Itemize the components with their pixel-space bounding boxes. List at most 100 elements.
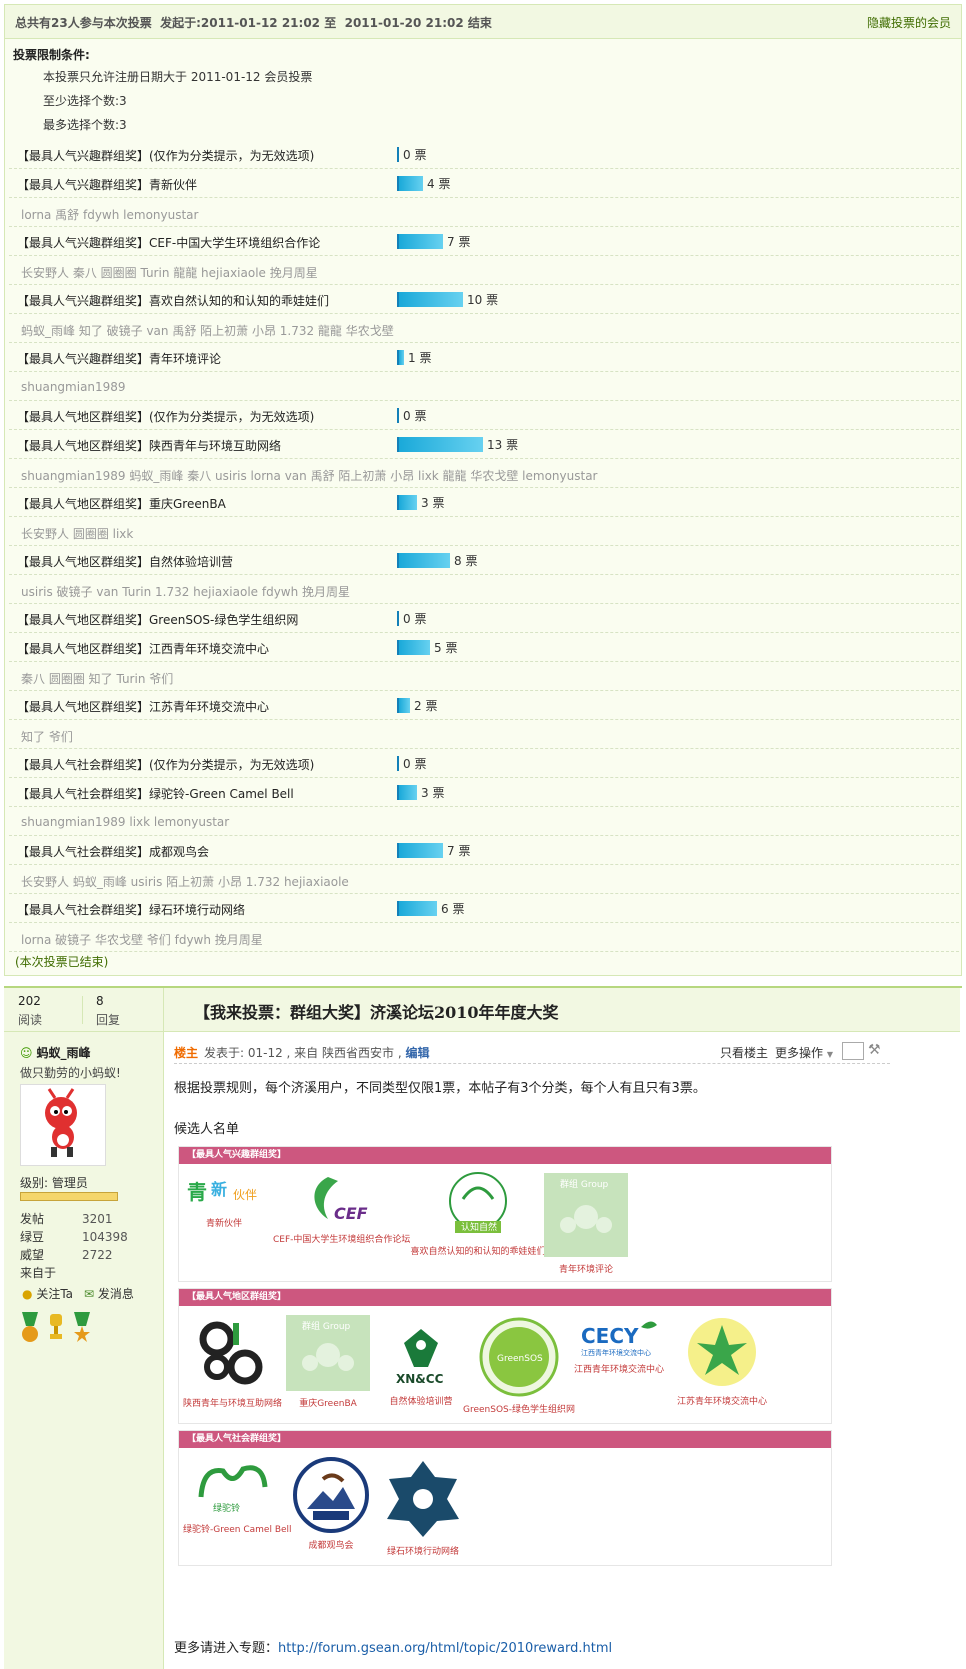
category-interest: 【最具人气兴趣群组奖】 青新伙伴 青新伙伴 CEF CEF-中国大学生环境组织合…	[178, 1146, 832, 1282]
vote-bar-wrap: 3 票	[397, 785, 444, 800]
vote-bar-wrap: 4 票	[397, 176, 450, 191]
voters-row: 蚂蚁_雨峰 知了 破镜子 van 禹舒 陌上初萧 小昂 1.732 龍龍 华农戈…	[9, 314, 959, 343]
logo-green-camel: 绿驼铃 绿驼铃-Green Camel Bell	[183, 1457, 292, 1535]
category-head: 【最具人气社会群组奖】	[179, 1431, 831, 1448]
vote-bar-wrap: 1 票	[397, 350, 431, 365]
poll-option-row: 【最具人气地区群组奖】(仅作为分类提示，为无效选项) 0 票	[9, 401, 959, 430]
vote-bar-wrap: 3 票	[397, 495, 444, 510]
logo-caption: 青新伙伴	[205, 1219, 242, 1229]
vote-bar	[397, 611, 399, 626]
voters-row: shuangmian1989 蚂蚁_雨峰 秦八 usiris lorna van…	[9, 459, 959, 488]
more-ops-label[interactable]: 更多操作	[775, 1046, 823, 1060]
green-stone-logo-icon	[387, 1461, 459, 1537]
poll-option-row: 【最具人气兴趣群组奖】青新伙伴 4 票	[9, 169, 959, 198]
more-ops-menu[interactable]: 更多操作 ▼	[775, 1044, 833, 1061]
candidates-title: 候选人名单	[174, 1122, 240, 1137]
vote-bar	[397, 350, 404, 365]
limits-title: 投票限制条件:	[13, 48, 90, 62]
end-time: 2011-01-20 21:02	[344, 16, 464, 30]
poll-option-row: 【最具人气社会群组奖】(仅作为分类提示，为无效选项) 0 票	[9, 749, 959, 778]
voters-list: 秦八 圆圈圈 知了 Turin 爷们	[21, 672, 174, 686]
voters-list: 长安野人 圆圈圈 lixk	[21, 527, 134, 541]
vote-bar	[397, 495, 417, 510]
poll-option-row: 【最具人气地区群组奖】重庆GreenBA 3 票	[9, 488, 959, 517]
poll-option-row: 【最具人气兴趣群组奖】青年环境评论 1 票	[9, 343, 959, 372]
from-line: 来自于	[20, 1264, 140, 1281]
ant-avatar-icon	[45, 1088, 77, 1157]
vote-count: 0 票	[403, 148, 427, 162]
vote-bar	[397, 698, 410, 713]
logo-caption: 喜欢自然认知的和认知的乖娃娃们	[410, 1247, 546, 1257]
group-placeholder-icon: 群组 Group	[286, 1315, 370, 1391]
vote-bar	[397, 147, 399, 162]
poll-option-label: 【最具人气社会群组奖】绿石环境行动网络	[17, 903, 246, 917]
category-head: 【最具人气兴趣群组奖】	[179, 1147, 831, 1164]
voters-list: shuangmian1989	[21, 380, 126, 394]
voters-row: 秦八 圆圈圈 知了 Turin 爷们	[9, 662, 959, 691]
poll-option-label: 【最具人气兴趣群组奖】CEF-中国大学生环境组织合作论	[17, 236, 321, 250]
author-sidebar: ☺ 蚂蚁_雨峰 做只勤劳的小蚂蚁! 级别: 管理员 发帖 3201 绿豆 104398…	[4, 1032, 164, 1669]
poll-option-row: 【最具人气兴趣群组奖】CEF-中国大学生环境组织合作论 7 票	[9, 227, 959, 256]
voters-list: 长安野人 蚂蚁_雨峰 usiris 陌上初萧 小昂 1.732 hejiaxia…	[21, 875, 349, 889]
vote-bar-wrap: 13 票	[397, 437, 518, 452]
poll-option-row: 【最具人气社会群组奖】成都观鸟会 7 票	[9, 836, 959, 865]
poll-option-label: 【最具人气兴趣群组奖】青年环境评论	[17, 352, 222, 366]
cef-logo-icon: CEF	[314, 1177, 368, 1223]
thread-title-bar: 【我来投票：群组大奖】济溪论坛2010年年度大奖	[164, 988, 960, 1032]
follow-button[interactable]: ● 关注Ta	[22, 1285, 73, 1302]
posts-label: 发帖	[20, 1212, 45, 1226]
voters-list: 知了 爷们	[21, 730, 73, 744]
star-medal-icon[interactable]	[72, 1312, 92, 1344]
user-icon: ☺	[20, 1046, 33, 1060]
vote-bar-wrap: 0 票	[397, 408, 426, 423]
author-name[interactable]: ☺ 蚂蚁_雨峰	[20, 1044, 91, 1061]
vote-count: 10 票	[467, 293, 499, 307]
post-meta-text: 发表于: 01-12 , 来自 陕西省西安市 ,	[204, 1046, 402, 1060]
follow-label[interactable]: 关注Ta	[36, 1287, 73, 1301]
vote-count: 1 票	[408, 351, 432, 365]
topic-link[interactable]: http://forum.gsean.org/html/topic/2010re…	[278, 1641, 612, 1656]
jiangsu-logo-icon	[688, 1318, 756, 1386]
edit-link[interactable]: 编辑	[405, 1046, 429, 1060]
author-name-text[interactable]: 蚂蚁_雨峰	[37, 1046, 91, 1060]
vote-count: 2 票	[414, 699, 438, 713]
floor-jump-input[interactable]	[842, 1042, 864, 1060]
poll-option-label: 【最具人气社会群组奖】绿驼铃-Green Camel Bell	[17, 787, 294, 801]
logo-caption: GreenSOS-绿色学生组织网	[463, 1405, 576, 1415]
vote-bar	[397, 553, 450, 568]
medal-icon[interactable]	[20, 1312, 40, 1344]
logo-shaanxi: 陕西青年与环境互助网络	[183, 1315, 282, 1409]
vote-bar	[397, 234, 443, 249]
poll-option-label: 【最具人气地区群组奖】重庆GreenBA	[17, 497, 226, 511]
voters-list: 长安野人 秦八 圆圈圈 Turin 龍龍 hejiaxiaole 挽月周星	[21, 266, 318, 280]
message-label[interactable]: 发消息	[98, 1287, 134, 1301]
thread-title: 【我来投票：群组大奖】济溪论坛2010年年度大奖	[194, 1003, 559, 1022]
vote-bar	[397, 408, 399, 423]
chengdu-bird-logo-icon	[293, 1457, 369, 1533]
message-button[interactable]: ✉ 发消息	[84, 1285, 134, 1302]
vote-bar	[397, 176, 423, 191]
only-op-link[interactable]: 只看楼主	[720, 1044, 768, 1061]
qingxin-logo-icon: 青新伙伴	[187, 1180, 257, 1204]
views-stat: 202 阅读	[18, 994, 88, 1028]
avatar[interactable]	[20, 1084, 106, 1166]
vote-bar-wrap: 10 票	[397, 292, 498, 307]
svg-text:绿驼铃: 绿驼铃	[213, 1502, 240, 1514]
voters-list: usiris 破镜子 van Turin 1.732 hejiaxiaole f…	[21, 585, 351, 599]
svg-text:CEF: CEF	[334, 1204, 368, 1223]
category-region: 【最具人气地区群组奖】 陕西青年与环境互助网络 群组 Group 重庆Green…	[178, 1288, 832, 1424]
poll-option-row: 【最具人气地区群组奖】GreenSOS-绿色学生组织网 0 票	[9, 604, 959, 633]
vote-bar	[397, 437, 483, 452]
group-placeholder-icon: 群组 Group	[544, 1173, 628, 1257]
logo-caption: CEF-中国大学生环境组织合作论坛	[273, 1235, 411, 1245]
vote-bar-wrap: 0 票	[397, 611, 426, 626]
voters-row: 知了 爷们	[9, 720, 959, 749]
wrench-icon[interactable]: ⚒	[868, 1042, 881, 1058]
category-head: 【最具人气地区群组奖】	[179, 1289, 831, 1306]
hide-voters-link[interactable]: 隐藏投票的会员	[867, 14, 951, 31]
trophy-icon[interactable]	[46, 1312, 66, 1344]
greensos-logo-icon: GreenSOS	[479, 1317, 559, 1397]
vote-count: 7 票	[447, 235, 471, 249]
voters-row: usiris 破镜子 van Turin 1.732 hejiaxiaole f…	[9, 575, 959, 604]
vote-count: 0 票	[403, 409, 427, 423]
